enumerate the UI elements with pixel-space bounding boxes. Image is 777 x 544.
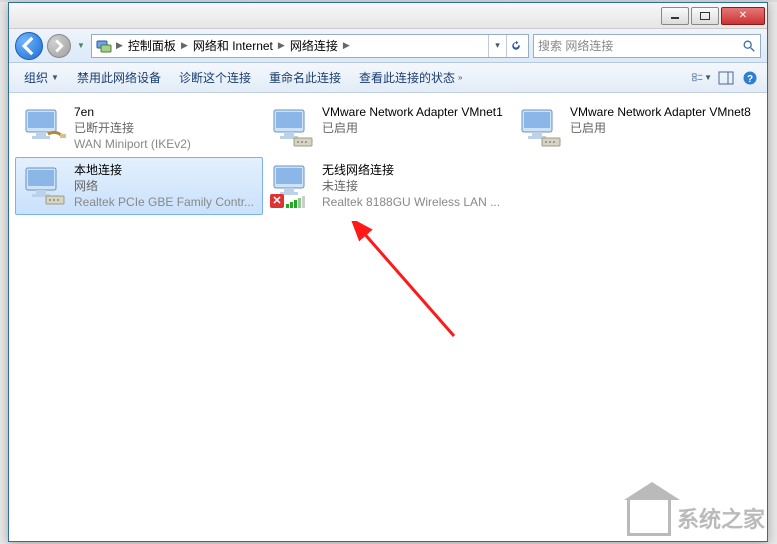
watermark: 系统之家 xyxy=(627,500,765,536)
connection-status: 已启用 xyxy=(322,120,503,136)
nav-history-dropdown[interactable]: ▼ xyxy=(75,41,87,50)
close-button[interactable] xyxy=(721,7,765,25)
back-button[interactable] xyxy=(15,32,43,60)
search-input[interactable]: 搜索 网络连接 xyxy=(533,34,761,58)
connection-name: 无线网络连接 xyxy=(322,162,500,178)
search-placeholder: 搜索 网络连接 xyxy=(538,37,613,54)
connection-status: 网络 xyxy=(74,178,254,194)
connection-name: 本地连接 xyxy=(74,162,254,178)
help-button[interactable]: ? xyxy=(739,67,761,89)
connection-device: Realtek 8188GU Wireless LAN ... xyxy=(322,194,500,210)
breadcrumb-sep-icon[interactable]: ▶ xyxy=(179,40,190,51)
breadcrumb-sep-icon[interactable]: ▶ xyxy=(276,40,287,51)
breadcrumb-dropdown[interactable]: ▾ xyxy=(488,35,506,57)
watermark-text: 系统之家 xyxy=(677,502,765,534)
refresh-button[interactable] xyxy=(506,35,524,57)
svg-text:?: ? xyxy=(747,74,753,85)
connection-icon xyxy=(268,104,316,152)
connections-pane[interactable]: 7en 已断开连接 WAN Miniport (IKEv2) VMware Ne… xyxy=(9,93,767,541)
connection-icon xyxy=(20,104,68,152)
connection-status: 已启用 xyxy=(570,120,751,136)
connection-icon xyxy=(516,104,564,152)
explorer-window: ▼ ▶ 控制面板 ▶ 网络和 Internet ▶ 网络连接 ▶ ▾ 搜索 网络… xyxy=(8,2,768,542)
breadcrumb-sep-icon[interactable]: ▶ xyxy=(114,40,125,51)
address-bar-row: ▼ ▶ 控制面板 ▶ 网络和 Internet ▶ 网络连接 ▶ ▾ 搜索 网络… xyxy=(9,29,767,63)
minimize-button[interactable] xyxy=(661,7,689,25)
connection-item[interactable]: ✕ 无线网络连接 未连接 Realtek 8188GU Wireless LAN… xyxy=(263,157,511,215)
watermark-logo-icon xyxy=(627,500,671,536)
breadcrumb-link-network-connections[interactable]: 网络连接 xyxy=(289,37,339,54)
diagnose-connection-button[interactable]: 诊断这个连接 xyxy=(170,66,260,89)
connection-name: VMware Network Adapter VMnet1 xyxy=(322,104,503,120)
view-status-button[interactable]: 查看此连接的状态» xyxy=(350,66,471,89)
window-titlebar xyxy=(9,3,767,29)
connection-device: WAN Miniport (IKEv2) xyxy=(74,136,191,152)
search-icon xyxy=(742,39,756,53)
wifi-signal-icon xyxy=(286,196,305,208)
disable-device-button[interactable]: 禁用此网络设备 xyxy=(68,66,170,89)
connection-name: 7en xyxy=(74,104,191,120)
forward-button[interactable] xyxy=(47,34,71,58)
command-bar: 组织▼ 禁用此网络设备 诊断这个连接 重命名此连接 查看此连接的状态» ▼ ? xyxy=(9,63,767,93)
breadcrumb-link-network-internet[interactable]: 网络和 Internet xyxy=(192,37,274,54)
connection-name: VMware Network Adapter VMnet8 xyxy=(570,104,751,120)
connection-item[interactable]: 7en 已断开连接 WAN Miniport (IKEv2) xyxy=(15,99,263,157)
breadcrumb-bar[interactable]: ▶ 控制面板 ▶ 网络和 Internet ▶ 网络连接 ▶ ▾ xyxy=(91,34,529,58)
connection-status: 未连接 xyxy=(322,178,500,194)
maximize-button[interactable] xyxy=(691,7,719,25)
network-connections-icon xyxy=(96,38,112,54)
connection-item[interactable]: VMware Network Adapter VMnet1 已启用 xyxy=(263,99,511,157)
connection-item-selected[interactable]: 本地连接 网络 Realtek PCIe GBE Family Contr... xyxy=(15,157,263,215)
connection-status: 已断开连接 xyxy=(74,120,191,136)
organize-menu[interactable]: 组织▼ xyxy=(15,66,68,89)
connection-item[interactable]: VMware Network Adapter VMnet8 已启用 xyxy=(511,99,759,157)
breadcrumb-sep-icon[interactable]: ▶ xyxy=(341,40,352,51)
view-options-button[interactable]: ▼ xyxy=(691,67,713,89)
preview-pane-button[interactable] xyxy=(715,67,737,89)
connection-icon xyxy=(20,162,68,210)
rename-connection-button[interactable]: 重命名此连接 xyxy=(260,66,350,89)
connection-device: Realtek PCIe GBE Family Contr... xyxy=(74,194,254,210)
disconnected-x-icon: ✕ xyxy=(270,194,284,208)
breadcrumb-link-control-panel[interactable]: 控制面板 xyxy=(127,37,177,54)
connection-icon: ✕ xyxy=(268,162,316,210)
